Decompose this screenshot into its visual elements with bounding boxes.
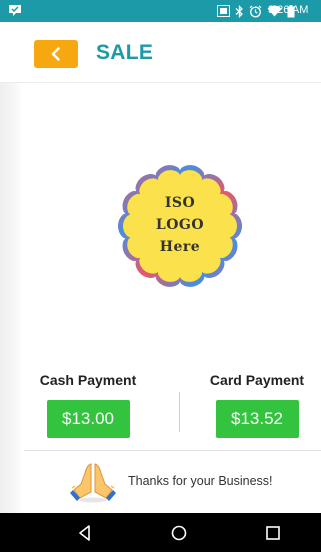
praying-hands-icon	[70, 463, 116, 503]
back-triangle-icon[interactable]	[74, 522, 96, 544]
navigation-bar	[0, 513, 321, 552]
card-payment-label: Card Payment	[209, 372, 305, 388]
iso-logo: ISO LOGO Here	[117, 163, 243, 289]
home-circle-icon[interactable]	[168, 522, 190, 544]
back-button[interactable]	[34, 40, 78, 68]
thanks-footer: Thanks for your Business!	[24, 451, 321, 513]
payment-divider	[179, 392, 180, 432]
sale-screen: 3:26 AM SALE ISO LOGO Here Cash Payment …	[0, 0, 321, 552]
recents-square-icon[interactable]	[262, 522, 284, 544]
cash-amount-button[interactable]: $13.00	[46, 400, 130, 438]
status-bar: 3:26 AM	[0, 0, 321, 22]
logo-line-1: ISO	[164, 195, 196, 211]
status-time: 3:26 AM	[268, 4, 309, 16]
left-edge-shadow	[0, 83, 24, 513]
logo-line-2: LOGO	[155, 217, 205, 233]
cash-payment-section: Cash Payment $13.00	[23, 372, 153, 438]
alarm-icon	[249, 5, 262, 17]
cash-payment-label: Cash Payment	[39, 372, 137, 388]
page-title: SALE	[96, 41, 154, 64]
nfc-icon	[217, 5, 230, 17]
app-bar: SALE	[0, 22, 321, 83]
notification-icon	[9, 5, 21, 16]
chevron-left-icon	[51, 47, 60, 61]
card-payment-section: Card Payment $13.52	[192, 372, 321, 438]
card-amount-button[interactable]: $13.52	[215, 400, 299, 438]
bluetooth-icon	[235, 4, 243, 18]
thanks-message: Thanks for your Business!	[128, 474, 273, 488]
logo-line-3: Here	[159, 239, 201, 255]
